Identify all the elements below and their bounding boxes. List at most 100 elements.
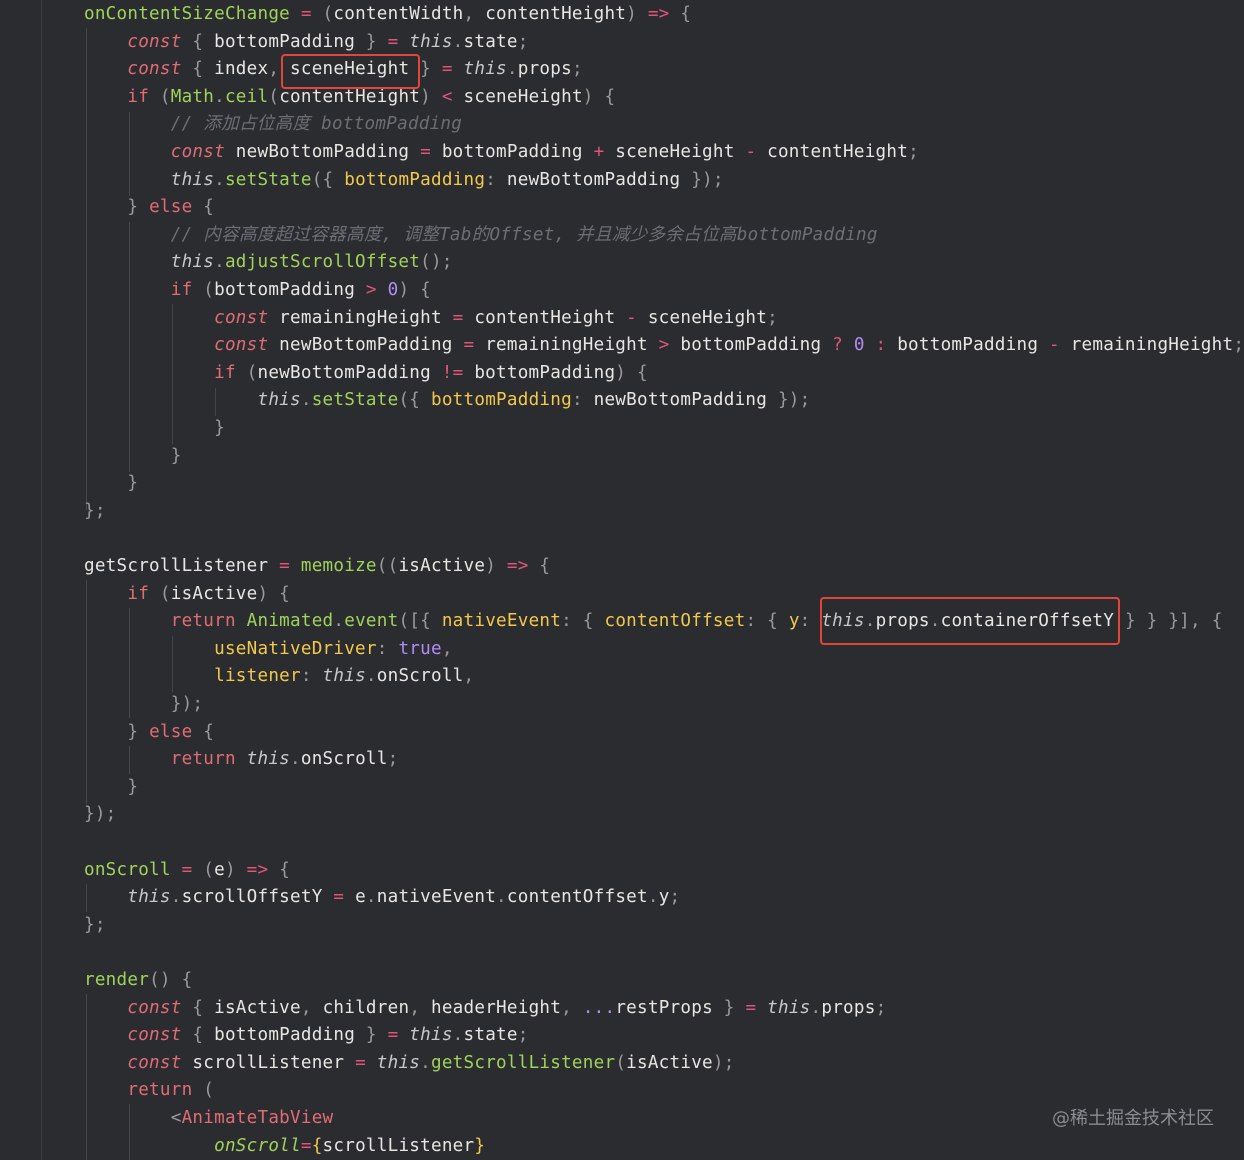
code-token: scrollListener: [181, 1052, 345, 1073]
code-token: (: [203, 859, 215, 880]
code-line[interactable]: const { isActive, children, headerHeight…: [84, 995, 886, 1022]
code-token: bottomPadding: [344, 169, 486, 190]
code-token: this: [84, 252, 215, 273]
code-token: ;: [571, 59, 583, 80]
code-token: : {: [745, 611, 789, 632]
code-line[interactable]: }: [84, 774, 138, 801]
code-token: ) {: [582, 86, 616, 107]
code-line[interactable]: listener: this.onScroll,: [84, 663, 474, 690]
code-token: .: [506, 59, 518, 80]
code-line[interactable]: }: [84, 415, 225, 442]
code-line[interactable]: getScrollListener = memoize((isActive) =…: [84, 553, 550, 580]
code-line[interactable]: render() {: [84, 967, 192, 994]
code-token: .: [333, 611, 345, 632]
code-token: =: [344, 1052, 377, 1073]
code-token: event: [344, 611, 399, 632]
code-token: isActive: [214, 997, 301, 1018]
code-token: state: [463, 31, 518, 52]
code-token: newBottomPadding: [257, 362, 431, 383]
code-token: setState: [224, 169, 312, 190]
code-token: const: [84, 997, 182, 1018]
code-token: ...: [582, 997, 616, 1018]
code-line[interactable]: onScroll={scrollListener}: [84, 1133, 485, 1160]
code-token: =: [745, 997, 768, 1018]
code-token: ?: [821, 335, 854, 356]
code-line[interactable]: const { bottomPadding } = this.state;: [84, 1022, 529, 1049]
code-line[interactable]: };: [84, 912, 106, 939]
code-token: state: [463, 1025, 518, 1046]
code-token: ceil: [224, 86, 269, 107]
code-line[interactable]: this.setState({ bottomPadding: newBottom…: [84, 387, 810, 414]
code-token: e: [214, 859, 225, 880]
code-token: =: [387, 1025, 410, 1046]
code-token: onContentSizeChange: [84, 4, 291, 24]
code-token: =: [441, 59, 464, 80]
code-token: restProps: [615, 997, 713, 1018]
code-token: {: [181, 997, 215, 1018]
code-line[interactable]: if (newBottomPadding != bottomPadding) {: [84, 360, 648, 387]
code-line[interactable]: this.scrollOffsetY = e.nativeEvent.conte…: [84, 884, 680, 911]
code-token: ): [224, 859, 236, 880]
code-editor[interactable]: onContentSizeChange = (contentWidth, con…: [0, 0, 1244, 1160]
code-token: bottomPadding: [430, 390, 572, 411]
code-token: {: [539, 556, 551, 576]
code-token: {: [192, 197, 215, 218]
code-line[interactable]: return (: [84, 1077, 214, 1104]
code-line[interactable]: } else {: [84, 194, 214, 221]
code-line[interactable]: });: [84, 691, 203, 718]
code-line[interactable]: }: [84, 443, 182, 470]
code-line[interactable]: const scrollListener = this.getScrollLis…: [84, 1050, 735, 1077]
code-line[interactable]: const newBottomPadding = bottomPadding +…: [84, 139, 919, 166]
code-line[interactable]: if (isActive) {: [84, 581, 290, 608]
code-token: nativeEvent: [441, 611, 562, 632]
code-line[interactable]: // 添加占位高度 bottomPadding: [84, 111, 462, 138]
code-token: .: [365, 887, 377, 908]
code-token: else: [149, 721, 193, 742]
code-token: >: [355, 280, 388, 300]
code-line[interactable]: useNativeDriver: true,: [84, 636, 453, 663]
code-token: };: [84, 500, 106, 521]
code-token: onScroll: [376, 666, 464, 687]
code-token: () {: [149, 970, 193, 990]
code-token: this: [409, 31, 453, 52]
code-token: ,: [409, 997, 431, 1018]
code-line[interactable]: const newBottomPadding = remainingHeight…: [84, 332, 1244, 359]
code-token: =: [452, 335, 486, 356]
code-token: .: [810, 997, 822, 1018]
code-line[interactable]: if (bottomPadding > 0) {: [84, 277, 431, 304]
code-token: if: [84, 583, 150, 604]
code-line[interactable]: onContentSizeChange = (contentWidth, con…: [84, 1, 691, 28]
code-token: }: [474, 1135, 486, 1156]
code-token: .: [452, 1025, 464, 1046]
code-token: bottomPadding: [474, 362, 616, 383]
code-token: this: [84, 390, 301, 411]
code-token: newBottomPadding: [506, 169, 681, 190]
code-token: children: [322, 997, 410, 1018]
code-line[interactable]: const remainingHeight = contentHeight - …: [84, 305, 778, 332]
code-line[interactable]: } else {: [84, 719, 214, 746]
code-line[interactable]: // 内容高度超过容器高度, 调整Tab的Offset, 并且减少多余占位高bo…: [84, 222, 878, 249]
code-token: isActive: [170, 583, 258, 604]
code-line[interactable]: return this.onScroll;: [84, 746, 398, 773]
highlight-box-sceneheight: [281, 54, 420, 89]
code-line[interactable]: const { bottomPadding } = this.state;: [84, 29, 529, 56]
code-token: :: [864, 335, 898, 356]
code-token: bottomPadding: [680, 335, 822, 356]
code-token: y: [658, 887, 670, 908]
code-line[interactable]: };: [84, 498, 106, 525]
code-token: y: [788, 611, 800, 632]
code-line[interactable]: <AnimateTabView: [84, 1105, 333, 1132]
code-token: // 内容高度超过容器高度, 调整Tab的Offset, 并且减少多余占位高bo…: [84, 224, 878, 245]
code-line[interactable]: this.adjustScrollOffset();: [84, 249, 453, 276]
code-token: sceneHeight: [463, 86, 583, 107]
code-token: :: [376, 638, 399, 659]
code-token: const: [84, 335, 269, 356]
code-line[interactable]: onScroll = (e) => {: [84, 857, 290, 884]
code-line[interactable]: }: [84, 470, 138, 497]
code-line[interactable]: this.setState({ bottomPadding: newBottom…: [84, 167, 724, 194]
code-line[interactable]: });: [84, 801, 117, 828]
code-token: <: [84, 1108, 182, 1128]
code-token: =: [387, 31, 410, 52]
code-token: sceneHeight: [647, 307, 768, 328]
code-token: useNativeDriver: [84, 638, 377, 659]
